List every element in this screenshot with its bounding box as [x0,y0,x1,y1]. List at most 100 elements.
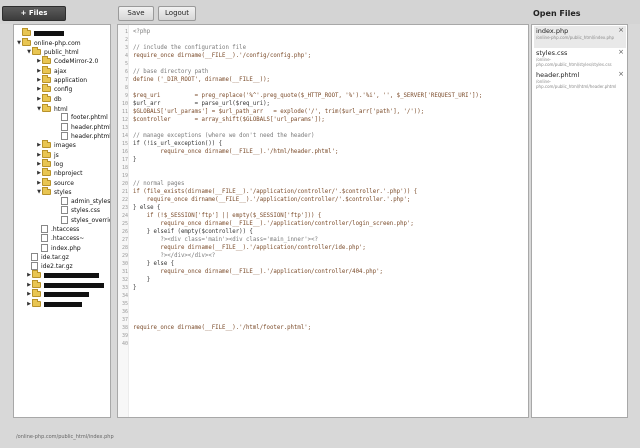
code-line[interactable]: } [133,156,136,164]
folder-icon [32,299,41,307]
line-number: 19 [121,173,128,179]
code-editor[interactable]: 1 2 3 4 5 6 7 8 9 10 11 12 13 14 15 16 17 18 19 20 21 22 23 24 2… [117,24,529,418]
close-icon[interactable]: × [618,26,624,34]
code-line[interactable]: require dirname(__FILE__).'/application/… [133,244,365,252]
save-button[interactable]: Save [118,6,154,21]
open-files-title: Open Files [533,9,581,18]
tree-label: CodeMirror-2.0 [54,57,99,65]
line-number: 12 [121,117,128,123]
open-file-item[interactable]: header.phtml/online-php.com/public_html/… [534,70,626,92]
file-icon [41,234,48,242]
folder-icon [22,38,31,46]
code-line[interactable]: ?><div class='main'><div class='main_inn… [133,236,318,244]
line-number: 18 [121,165,128,171]
code-line[interactable]: <?php [133,28,150,36]
tree-label: config [54,85,73,93]
tree-label: db [54,95,62,103]
line-number: 7 [124,77,128,83]
line-number: 26 [121,229,128,235]
line-number: 11 [121,109,128,115]
code-line[interactable]: ?></div></div><? [133,252,215,260]
line-number: 15 [121,141,128,147]
tree-label: .htaccess [51,225,80,233]
line-number: 17 [121,157,128,163]
tree-folder[interactable]: ▶ config [36,84,72,94]
line-number: 21 [121,189,128,195]
close-icon[interactable]: × [618,70,624,78]
code-line[interactable]: define ('_DIR_ROOT', dirname(__FILE__)); [133,76,270,84]
code-line[interactable]: // base directory path [133,68,208,76]
tree-label: application [54,76,88,84]
tree-label: header.phtml [71,123,111,131]
tree-folder[interactable]: ▶ [26,299,82,309]
tree-file[interactable]: styles.css [60,205,100,215]
code-line[interactable]: } [133,284,136,292]
line-number: 22 [121,197,128,203]
line-number: 5 [124,61,128,67]
tree-folder[interactable]: ▶ [26,289,89,299]
line-number: 24 [121,213,128,219]
logout-button[interactable]: Logout [158,6,196,21]
open-file-name: header.phtml [536,71,580,79]
code-line[interactable]: require_once dirname(__FILE__).'/applica… [133,196,411,204]
tree-label: nbproject [54,169,83,177]
file-icon [61,113,68,121]
code-line[interactable]: } [133,276,150,284]
open-file-path: /online-php.com/public_html/index.php [536,35,615,40]
open-file-name: styles.css [536,49,568,57]
code-line[interactable]: $req_uri = preg_replace('%^'.preg_quote(… [133,92,482,100]
tree-folder[interactable]: ▶ images [36,140,76,150]
tree-folder[interactable]: ▶ db [36,94,62,104]
code-line[interactable]: if (file_exists(dirname(__FILE__).'/appl… [133,188,417,196]
line-number: 31 [121,269,128,275]
code-line[interactable]: } else { [133,204,160,212]
tree-folder[interactable]: ▶ [26,270,99,280]
folder-icon [32,280,41,288]
folder-icon [42,94,51,102]
file-icon [61,123,68,131]
tree-folder[interactable]: ▶ nbproject [36,168,82,178]
status-path: /online-php.com/public_html/index.php [16,434,114,440]
code-line[interactable]: $controller = array_shift($GLOBALS['url_… [133,116,325,124]
open-file-item[interactable]: styles.css/online-php.com/public_html/st… [534,48,626,70]
code-line[interactable]: require_once dirname(__FILE__).'/applica… [133,220,413,228]
folder-icon [42,56,51,64]
line-number: 1 [124,29,128,35]
tree-folder[interactable] [16,28,64,38]
tree-label: styles_override.css [71,216,110,224]
folder-icon [32,47,41,55]
files-button[interactable]: + Files [2,6,66,21]
code-line[interactable]: $url_arr = parse_url($req_uri); [133,100,270,108]
line-number: 30 [121,261,128,267]
tree-folder[interactable]: ▶ CodeMirror-2.0 [36,56,98,66]
code-line[interactable]: if (!is_url_exception()) { [133,140,222,148]
tree-label: .htaccess~ [51,234,85,242]
tree-label: log [54,160,64,168]
code-line[interactable]: $GLOBALS['url_params'] = $url_path_arr =… [133,108,424,116]
line-number: 39 [121,333,128,339]
open-file-item[interactable]: index.php/online-php.com/public_html/ind… [534,26,626,48]
code-line[interactable]: } else { [133,260,174,268]
tree-file[interactable]: .htaccess~ [40,233,84,243]
line-number: 28 [121,245,128,251]
folder-icon [42,66,51,74]
line-number: 13 [121,125,128,131]
toolbar: + Files Save Logout Open Files [0,0,640,24]
tree-label: js [54,151,59,159]
code-line[interactable]: // manage exceptions (where we don't nee… [133,132,314,140]
code-line[interactable]: require_once dirname(__FILE__).'/applica… [133,268,383,276]
code-line[interactable]: require_once dirname(__FILE__).'/html/fo… [133,324,311,332]
code-line[interactable]: // include the configuration file [133,44,246,52]
tree-label: styles [54,188,72,196]
tree-file[interactable]: footer.phtml [60,112,108,122]
line-number: 3 [124,45,128,51]
code-line[interactable]: require_once dirname(__FILE__).'/html/he… [133,148,338,156]
code-line[interactable]: // normal pages [133,180,184,188]
close-icon[interactable]: × [618,48,624,56]
code-line[interactable]: require_once dirname(__FILE__).'/config/… [133,52,311,60]
line-number: 34 [121,293,128,299]
line-number: 10 [121,101,128,107]
code-line[interactable]: if (!$_SESSION['ftp'] || empty($_SESSION… [133,212,322,220]
line-number-gutter: 1 2 3 4 5 6 7 8 9 10 11 12 13 14 15 16 17 18 19 20 21 22 23 24 2… [118,25,129,417]
code-line[interactable]: } elseif (empty($controller)) { [133,228,253,236]
